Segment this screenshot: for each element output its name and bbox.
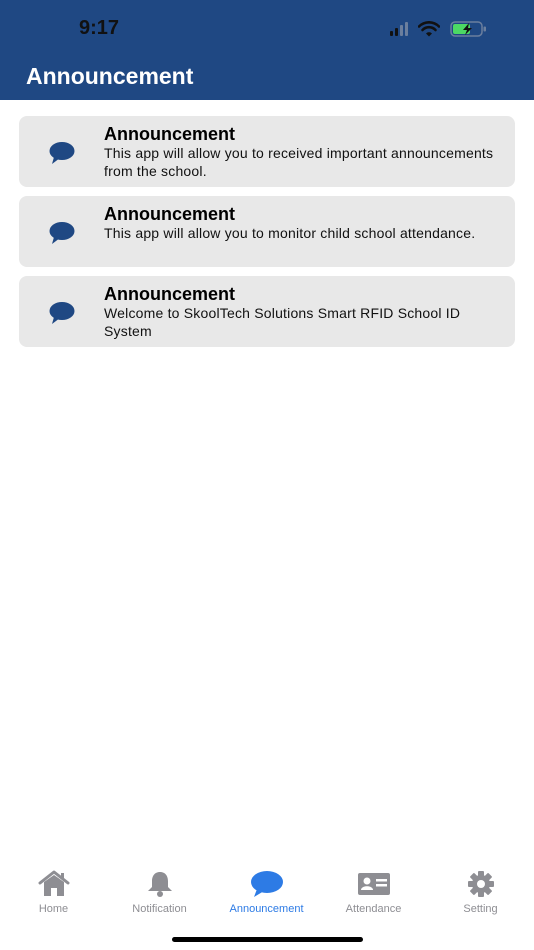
page-title: Announcement [26,63,194,89]
status-icons [390,20,488,38]
announcement-card[interactable]: Announcement Welcome to SkoolTech Soluti… [19,276,515,347]
speech-bubble-icon [49,222,75,244]
announcement-body: This app will allow you to received impo… [104,145,494,179]
tab-notification-label: Notification [132,903,187,915]
tab-attendance[interactable]: Attendance [320,870,427,920]
announcement-title: Announcement [104,284,236,304]
tab-announcement-label: Announcement [229,903,304,915]
gear-icon [467,871,494,897]
battery-icon [450,21,486,37]
announcement-title: Announcement [104,124,236,144]
app-header: 9:17 Announcement [0,0,534,100]
id-card-icon [357,873,390,895]
home-indicator [172,937,363,942]
tab-announcement[interactable]: Announcement [213,870,320,920]
home-icon [38,870,69,896]
tab-setting[interactable]: Setting [427,870,534,920]
bell-icon [147,872,172,897]
announcement-title: Announcement [104,204,236,224]
announcement-body: Welcome to SkoolTech Solutions Smart RFI… [104,305,461,339]
announcement-body: This app will allow you to monitor child… [104,225,476,241]
announcement-card[interactable]: Announcement This app will allow you to … [19,196,515,267]
announcement-list: Announcement This app will allow you to … [19,116,515,356]
status-time: 9:17 [79,17,120,39]
tab-setting-label: Setting [463,903,498,915]
wifi-icon [418,21,440,37]
cellular-signal-icon [390,22,408,36]
tab-notification[interactable]: Notification [106,870,213,920]
speech-bubble-icon [49,142,75,164]
tab-home-label: Home [38,903,69,915]
announcement-card[interactable]: Announcement This app will allow you to … [19,116,515,187]
tab-attendance-label: Attendance [345,903,402,915]
speech-bubble-icon [250,871,283,897]
tab-home[interactable]: Home [0,870,107,920]
speech-bubble-icon [49,302,75,324]
